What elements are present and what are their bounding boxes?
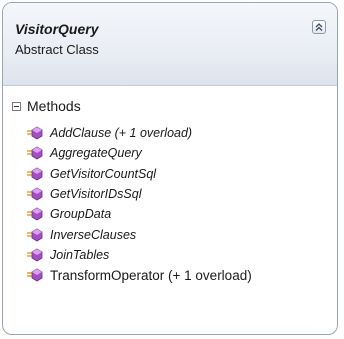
method-label: AddClause (+ 1 overload) (50, 126, 193, 140)
protected-method-icon (27, 167, 43, 181)
methods-section-title: Methods (27, 98, 81, 114)
method-item[interactable]: GroupData (27, 205, 111, 223)
methods-section-header[interactable]: Methods (12, 98, 81, 114)
method-item[interactable]: GetVisitorIDsSql (27, 185, 141, 203)
method-label: TransformOperator (+ 1 overload) (50, 267, 252, 283)
protected-method-icon (27, 187, 43, 201)
method-item[interactable]: GetVisitorCountSql (27, 165, 156, 183)
class-stereotype: Abstract Class (15, 42, 99, 57)
method-label: InverseClauses (50, 227, 137, 242)
method-item[interactable]: AggregateQuery (27, 144, 142, 162)
minus-box-icon[interactable] (12, 101, 21, 111)
class-name[interactable]: VisitorQuery (15, 21, 99, 37)
method-label: JoinTables (50, 247, 110, 262)
method-item[interactable]: JoinTables (27, 246, 109, 264)
protected-method-icon (27, 126, 43, 140)
method-item[interactable]: InverseClauses (27, 226, 136, 244)
method-item[interactable]: TransformOperator (+ 1 overload) (27, 266, 252, 284)
protected-method-icon (27, 207, 43, 221)
protected-method-icon (27, 248, 43, 262)
method-label: AggregateQuery (50, 146, 142, 161)
class-header: VisitorQuery Abstract Class (3, 3, 337, 86)
class-shape[interactable]: VisitorQuery Abstract Class Methods AddC… (2, 2, 338, 335)
collapse-button[interactable] (312, 20, 326, 34)
double-chevron-up-icon (315, 23, 323, 31)
protected-method-icon (27, 268, 43, 282)
method-label: GroupData (50, 207, 112, 222)
method-label: GetVisitorCountSql (50, 166, 157, 181)
protected-method-icon (27, 228, 43, 242)
method-label: GetVisitorIDsSql (50, 186, 142, 201)
protected-method-icon (27, 146, 43, 160)
method-item[interactable]: AddClause (+ 1 overload) (27, 124, 192, 142)
